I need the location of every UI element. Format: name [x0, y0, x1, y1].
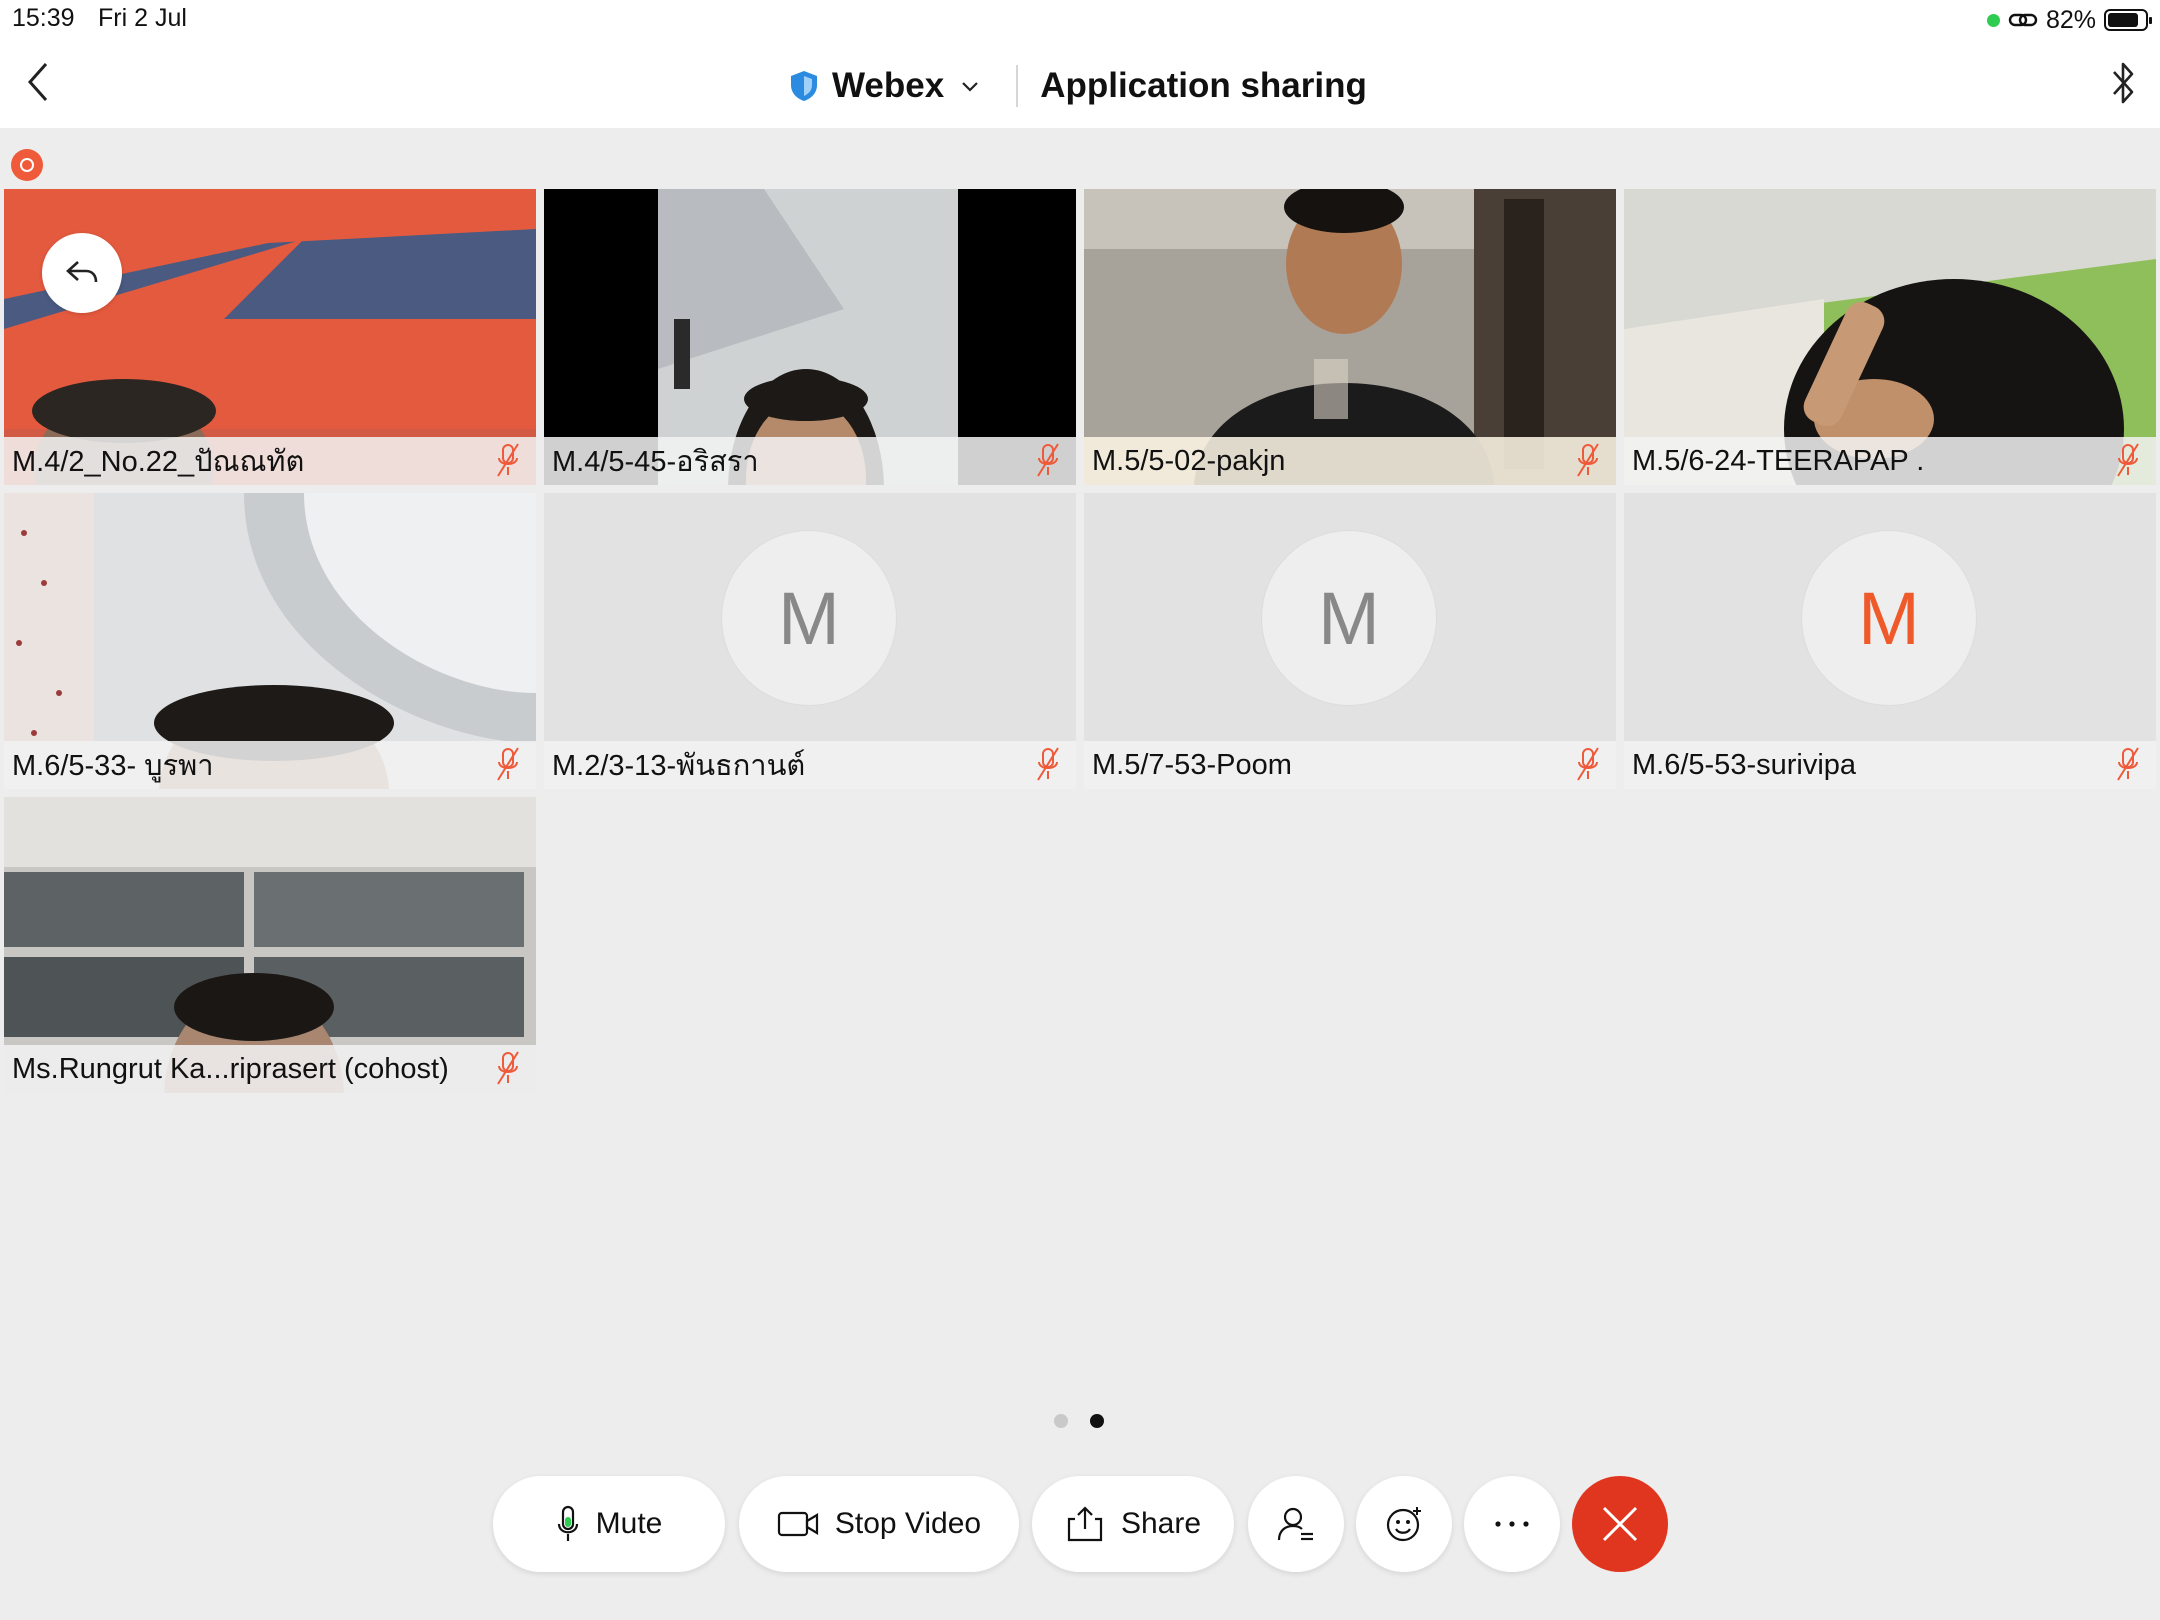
participant-name-bar: M.4/5-45-อริสรา	[544, 437, 1076, 485]
avatar: M	[722, 531, 896, 705]
status-date: Fri 2 Jul	[98, 4, 187, 32]
mic-in-use-indicator	[1986, 13, 2000, 27]
share-icon	[1067, 1506, 1103, 1542]
participant-tile[interactable]: M.5/5-02-pakjn	[1084, 189, 1616, 485]
muted-mic-icon	[497, 1051, 519, 1085]
participant-name-bar: M.4/2_No.22_ปัณณทัต	[4, 437, 536, 485]
status-time: 15:39	[12, 4, 75, 32]
share-button[interactable]: Share	[1032, 1476, 1234, 1572]
end-call-button[interactable]	[1572, 1476, 1668, 1572]
participant-name-bar: M.6/5-33- บูรพา	[4, 741, 536, 789]
participant-tile[interactable]: M.4/2_No.22_ปัณณทัต	[4, 189, 536, 485]
muted-mic-icon	[497, 747, 519, 781]
reply-icon[interactable]	[42, 233, 122, 313]
participants-button[interactable]	[1248, 1476, 1344, 1572]
participants-icon	[1277, 1507, 1313, 1541]
share-label: Share	[1120, 1507, 1202, 1540]
participant-tile[interactable]: M M.6/5-53-surivipa	[1624, 493, 2156, 789]
more-options-button[interactable]	[1464, 1476, 1560, 1572]
stop-video-label: Stop Video	[834, 1507, 982, 1540]
link-icon	[2008, 13, 2038, 27]
back-icon[interactable]	[20, 58, 56, 106]
page-dot-2[interactable]	[1090, 1414, 1104, 1428]
participant-name: M.5/5-02-pakjn	[1092, 444, 1286, 477]
meeting-title-area: Webex Application sharing	[788, 58, 1367, 114]
battery-icon	[2104, 9, 2152, 31]
more-icon	[1495, 1521, 1529, 1527]
battery-percent: 82%	[2045, 5, 2096, 34]
video-camera-icon	[777, 1511, 818, 1537]
participant-name: M.6/5-53-surivipa	[1632, 748, 1857, 781]
muted-mic-icon	[2117, 747, 2139, 781]
chevron-down-icon[interactable]	[960, 79, 980, 93]
recording-indicator[interactable]	[11, 149, 43, 181]
smiley-icon	[1386, 1507, 1421, 1542]
page-indicator[interactable]	[1054, 1414, 1104, 1428]
muted-mic-icon	[497, 443, 519, 477]
participant-name-bar: M.5/6-24-TEERAPAP .	[1624, 437, 2156, 485]
muted-mic-icon	[1577, 747, 1599, 781]
title-divider	[1016, 65, 1019, 107]
muted-mic-icon	[1037, 443, 1059, 477]
page-dot-1[interactable]	[1054, 1414, 1068, 1428]
shield-icon	[791, 71, 817, 101]
participant-name-bar: Ms.Rungrut Ka...riprasert (cohost)	[4, 1045, 536, 1093]
participant-name: M.5/6-24-TEERAPAP .	[1632, 444, 1925, 477]
participant-tile[interactable]: M.5/6-24-TEERAPAP .	[1624, 189, 2156, 485]
top-bar: 15:39 Fri 2 Jul 82% Webex Application sh…	[0, 0, 2160, 128]
participant-name: M.6/5-33- บูรพา	[12, 750, 214, 782]
app-name-dropdown[interactable]: Webex	[832, 66, 944, 106]
reactions-button[interactable]	[1356, 1476, 1452, 1572]
page-title: Application sharing	[1040, 66, 1367, 105]
participant-name: M.2/3-13-พันธกานต์	[552, 750, 806, 782]
participant-name-bar: M.5/7-53-Poom	[1084, 741, 1616, 789]
participant-name: M.4/2_No.22_ปัณณทัต	[12, 446, 305, 478]
participant-tile[interactable]: M M.5/7-53-Poom	[1084, 493, 1616, 789]
bluetooth-icon[interactable]	[2108, 58, 2138, 108]
participant-name-bar: M.2/3-13-พันธกานต์	[544, 741, 1076, 789]
avatar: M	[1262, 531, 1436, 705]
muted-mic-icon	[1037, 747, 1059, 781]
participant-name: M.5/7-53-Poom	[1092, 748, 1292, 781]
status-indicators: 82%	[1986, 4, 2152, 36]
mute-button[interactable]: Mute	[493, 1476, 725, 1572]
close-icon	[1602, 1506, 1638, 1542]
participant-tile[interactable]: M M.2/3-13-พันธกานต์	[544, 493, 1076, 789]
participant-name-bar: M.5/5-02-pakjn	[1084, 437, 1616, 485]
participant-tile[interactable]: M.6/5-33- บูรพา	[4, 493, 536, 789]
muted-mic-icon	[1577, 443, 1599, 477]
participant-tile[interactable]: Ms.Rungrut Ka...riprasert (cohost)	[4, 797, 536, 1093]
participant-name: Ms.Rungrut Ka...riprasert (cohost)	[12, 1052, 449, 1085]
microphone-icon	[557, 1505, 578, 1541]
participant-name-bar: M.6/5-53-surivipa	[1624, 741, 2156, 789]
mute-label: Mute	[595, 1507, 663, 1540]
muted-mic-icon	[2117, 443, 2139, 477]
participant-name: M.4/5-45-อริสรา	[552, 446, 759, 478]
stop-video-button[interactable]: Stop Video	[739, 1476, 1019, 1572]
avatar: M	[1802, 531, 1976, 705]
participant-tile[interactable]: M.4/5-45-อริสรา	[544, 189, 1076, 485]
